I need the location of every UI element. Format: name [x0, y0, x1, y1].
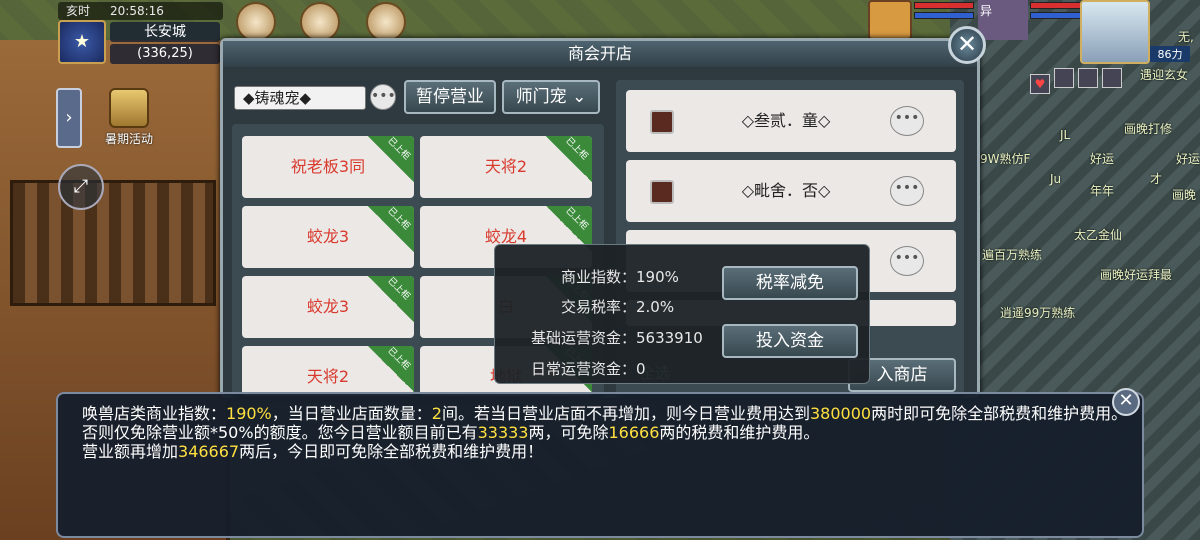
- goods-card[interactable]: 天将2 已上柜: [420, 136, 592, 198]
- chat-line: JL: [1060, 128, 1071, 142]
- shop-more-icon[interactable]: •••: [890, 176, 924, 206]
- heart-buff-icon[interactable]: ♥: [1030, 74, 1050, 94]
- goods-name: 祝老板3同: [290, 157, 366, 176]
- shop-checkbox[interactable]: [650, 110, 674, 134]
- location-hud: 亥时 20:58:16 ★ 长安城 (336,25): [58, 2, 223, 64]
- chat-line: 画晚好运拜最: [1100, 268, 1173, 282]
- chat-line: 画晚打修: [1124, 122, 1173, 136]
- chat-line: 9W熟仿F: [980, 152, 1031, 166]
- goods-name: 蛟龙3: [306, 227, 350, 246]
- tax-reduction-button[interactable]: 税率减免: [722, 266, 858, 300]
- listed-tag: 已上柜: [546, 136, 592, 182]
- chat-line: 无,: [1178, 30, 1194, 44]
- shop-icon[interactable]: [366, 2, 406, 42]
- stat-base-fund: 基础运营资金：5633910: [530, 329, 703, 347]
- summer-event-label: 暑期活动: [104, 132, 153, 146]
- chat-line: 画晚: [1172, 188, 1197, 202]
- chat-line: 年年: [1090, 184, 1115, 198]
- goods-card[interactable]: 祝老板3同 已上柜: [242, 136, 414, 198]
- category-select[interactable]: ◆铸魂宠◆: [234, 86, 366, 110]
- event-icon[interactable]: [300, 2, 340, 42]
- goods-card[interactable]: 蛟龙3 已上柜: [242, 276, 414, 338]
- close-icon[interactable]: ✕: [948, 26, 986, 64]
- chat-line: Ju: [1050, 172, 1062, 186]
- listed-tag: 已上柜: [368, 136, 414, 182]
- target-name: 异: [980, 4, 993, 18]
- chat-line: 遍百万熟练: [982, 248, 1043, 262]
- info-tooltip: 唤兽店类商业指数：190%，当日营业店面数量：2间。若当日营业店面不再增加，则今…: [56, 392, 1144, 538]
- chat-line: 才: [1150, 172, 1163, 186]
- clock-text: 20:58:16: [110, 4, 164, 18]
- shop-name: ◇毗舍．否◇: [741, 181, 831, 200]
- chevron-down-icon: ⌄: [572, 87, 587, 107]
- tooltip-close-icon[interactable]: ✕: [1112, 388, 1140, 416]
- player-level-badge: 86力: [1150, 46, 1190, 62]
- player-portrait[interactable]: [1080, 0, 1150, 64]
- city-name[interactable]: 长安城: [110, 22, 220, 42]
- pet-hp-bar: [914, 2, 974, 9]
- side-collapse-button[interactable]: ›: [56, 88, 82, 148]
- shop-more-icon[interactable]: •••: [890, 106, 924, 136]
- invest-funds-button[interactable]: 投入资金: [722, 324, 858, 358]
- buff-row: ♥: [1030, 68, 1126, 94]
- time-period-label: 亥时: [66, 4, 91, 18]
- chat-line: 遇迎玄女: [1140, 68, 1189, 82]
- stat-daily-fund: 日常运营资金：0: [530, 360, 646, 378]
- expand-icon[interactable]: ⤢: [58, 164, 104, 210]
- school-select-label: 师门宠: [515, 87, 567, 107]
- stat-business-index: 商业指数：190%: [560, 268, 679, 286]
- pause-business-button[interactable]: 暂停营业: [404, 80, 496, 114]
- shop-row[interactable]: ◇毗舍．否◇ •••: [626, 160, 956, 222]
- listed-tag: 已上柜: [368, 346, 414, 392]
- target-portrait[interactable]: 异: [978, 0, 1028, 40]
- listed-tag: 已上柜: [368, 206, 414, 252]
- shop-row[interactable]: ◇叁贰．童◇ •••: [626, 90, 956, 152]
- pet-status-bars: [914, 2, 974, 22]
- summer-event-button[interactable]: 暑期活动: [98, 88, 160, 148]
- goods-card[interactable]: 蛟龙3 已上柜: [242, 206, 414, 268]
- shop-checkbox[interactable]: [650, 180, 674, 204]
- coordinates: (336,25): [110, 44, 220, 64]
- pet-mp-bar: [914, 12, 974, 19]
- buff-icon[interactable]: [1078, 68, 1098, 88]
- shop-name: ◇叁贰．童◇: [741, 111, 831, 130]
- goods-card[interactable]: 天将2 已上柜: [242, 346, 414, 396]
- game-clock: 亥时 20:58:16: [58, 2, 223, 20]
- summer-event-icon: [109, 88, 149, 128]
- more-options-icon[interactable]: •••: [370, 84, 396, 110]
- buff-icon[interactable]: [1054, 68, 1074, 88]
- panel-title: 商会开店: [223, 41, 977, 67]
- chat-line: 好运: [1176, 152, 1200, 166]
- map-emblem-icon[interactable]: ★: [58, 20, 106, 64]
- school-pet-select[interactable]: 师门宠 ⌄: [502, 80, 600, 114]
- pet-portrait[interactable]: [868, 0, 912, 40]
- goods-name: 天将2: [306, 367, 350, 386]
- chat-line: 太乙金仙: [1074, 228, 1123, 242]
- chat-line: 好运: [1090, 152, 1115, 166]
- goods-name: 蛟龙3: [306, 297, 350, 316]
- goods-name: 天将2: [484, 157, 528, 176]
- shop-more-icon[interactable]: •••: [890, 246, 924, 276]
- chat-line: 逍遥99万熟练: [1000, 306, 1076, 320]
- tooltip-text: 唤兽店类商业指数：190%，当日营业店面数量：2间。若当日营业店面不再增加，则今…: [82, 404, 1128, 461]
- activity-icon[interactable]: [236, 2, 276, 42]
- stat-tax-rate: 交易税率：2.0%: [560, 298, 675, 316]
- listed-tag: 已上柜: [368, 276, 414, 322]
- buff-icon[interactable]: [1102, 68, 1122, 88]
